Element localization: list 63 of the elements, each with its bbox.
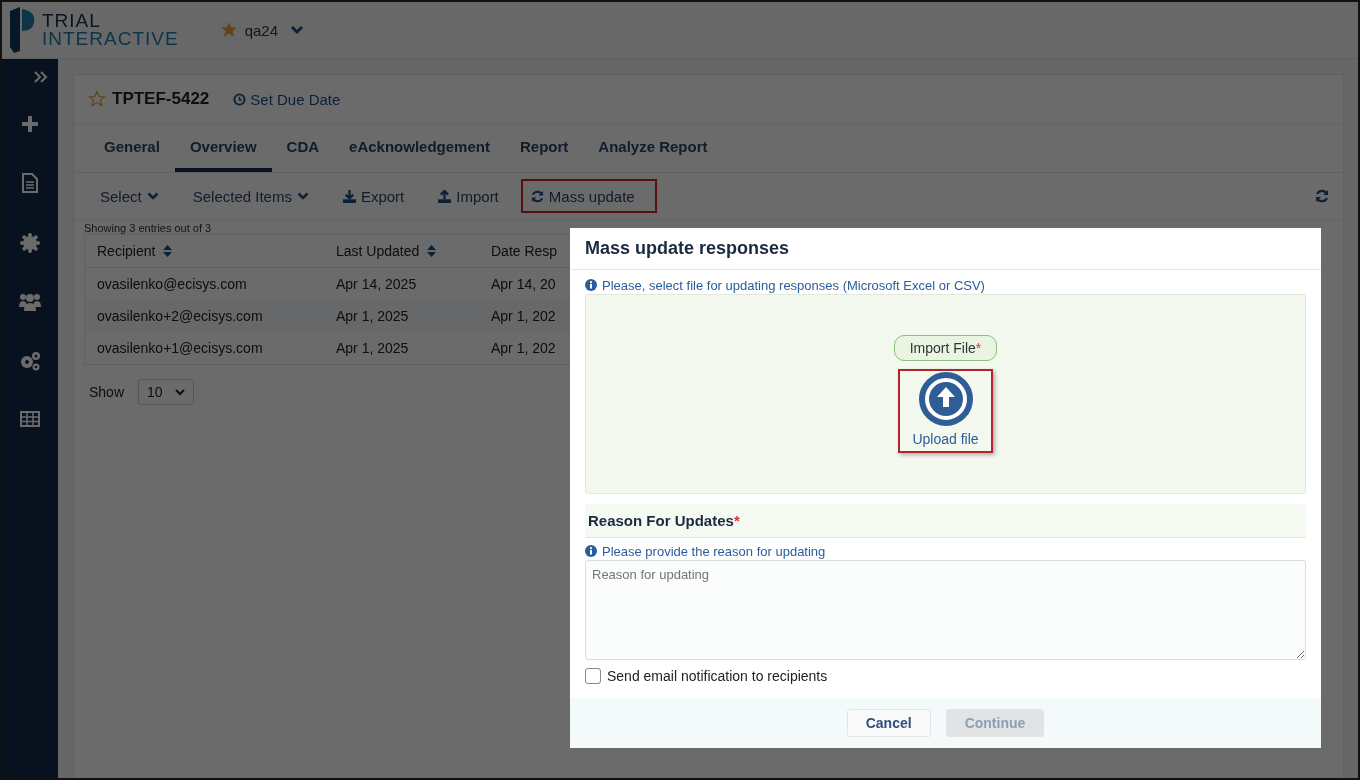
chevron-down-icon[interactable] (290, 25, 304, 35)
cancel-button[interactable]: Cancel (846, 709, 931, 737)
table-cell-text: Apr 1, 2025 (335, 340, 410, 356)
column-header[interactable]: Last Updated (324, 243, 479, 259)
expand-icon[interactable] (34, 71, 48, 83)
clock-icon (233, 92, 247, 106)
tab[interactable]: Analyze Report (583, 124, 723, 172)
section-title: Reason For Updates* (588, 512, 740, 529)
tab[interactable]: General (89, 124, 175, 172)
reason-field[interactable]: Reason for updating (585, 560, 1306, 660)
refresh-icon (530, 189, 544, 203)
users-icon[interactable] (19, 293, 41, 311)
info-icon (585, 279, 597, 291)
info-icon (585, 545, 597, 557)
page-size-select[interactable]: 10 (138, 379, 195, 405)
table-icon[interactable] (20, 411, 40, 427)
checkbox-label[interactable]: Send email notification to recipients (607, 668, 828, 684)
toolbar-button[interactable]: Import (426, 179, 511, 213)
file-hint: Please, select file for updating responses (Microsoft Excel or CSV) (602, 277, 985, 293)
download-icon (342, 189, 356, 203)
table-cell-text: ovasilenko+1@ecisys.com (96, 340, 264, 356)
star-icon[interactable] (88, 90, 106, 108)
toolbar-button[interactable]: Select (88, 179, 171, 213)
logo-text: INTERACTIVE (42, 30, 179, 48)
refresh-icon[interactable] (1315, 189, 1329, 203)
toolbar-button[interactable]: Selected Items (180, 179, 321, 213)
chevron-down-icon (146, 192, 159, 200)
table-cell-text: ovasilenko+2@ecisys.com (96, 308, 264, 324)
toolbar-button[interactable]: Mass update (520, 179, 657, 213)
table-cell-text: Apr 1, 2025 (335, 308, 410, 324)
column-header[interactable]: Recipient (85, 243, 324, 259)
chevron-down-icon (296, 192, 309, 200)
tab[interactable]: eAcknowledgement (334, 124, 505, 172)
logo-text: TRIAL (42, 12, 102, 30)
table-cell-text: Apr 1, 202 (490, 308, 557, 324)
tab[interactable]: Report (504, 124, 584, 172)
table-cell-text: Apr 1, 202 (490, 340, 557, 356)
entries-summary: Showing 3 entries out of 3 (83, 221, 213, 234)
table-cell-text: Apr 14, 2025 (335, 276, 418, 292)
record-id: TPTEF-5422 (112, 89, 210, 109)
plus-icon[interactable] (21, 115, 39, 133)
reason-hint: Please provide the reason for updating (602, 543, 826, 559)
import-file-label: Import File* (893, 335, 998, 361)
upload-icon (438, 189, 452, 203)
table-cell-text: Apr 14, 20 (490, 276, 557, 292)
chevron-down-icon (175, 388, 186, 396)
toolbar-button[interactable]: Export (330, 179, 417, 213)
document-icon[interactable] (22, 173, 38, 193)
badge-icon[interactable] (20, 233, 40, 253)
tab[interactable]: Overview (174, 124, 272, 172)
sort-icon (427, 245, 437, 257)
upload-circle-icon (917, 371, 974, 427)
tab[interactable]: CDA (271, 124, 335, 172)
table-cell-text: ovasilenko@ecisys.com (96, 276, 248, 292)
sort-icon (163, 245, 173, 257)
checkbox[interactable] (585, 668, 601, 684)
upload-file-button[interactable]: Upload file (898, 369, 993, 453)
show-label: Show (89, 384, 125, 400)
workspace-name[interactable]: qa24 (244, 21, 278, 39)
dialog-title: Mass update responses (570, 228, 1321, 270)
gears-icon[interactable] (19, 351, 41, 371)
set-due-date-link[interactable]: Set Due Date (233, 90, 341, 108)
file-drop-zone[interactable]: Import File* Upload file (585, 294, 1306, 494)
